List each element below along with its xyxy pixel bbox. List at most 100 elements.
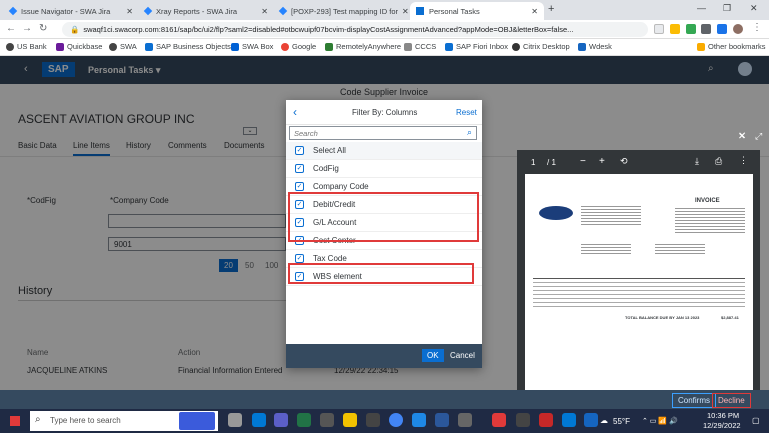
browser-tab-2[interactable]: Xray Reports - SWA Jira ✕ bbox=[139, 2, 274, 20]
file-explorer-icon[interactable] bbox=[343, 413, 357, 427]
app-icon[interactable] bbox=[562, 413, 576, 427]
search-icon[interactable]: ⌕ bbox=[467, 127, 472, 138]
other-bookmarks[interactable]: Other bookmarks bbox=[697, 42, 766, 51]
zoom-out-icon[interactable]: − bbox=[580, 156, 586, 167]
invoice-text-block bbox=[581, 242, 631, 256]
cancel-button[interactable]: Cancel bbox=[450, 351, 475, 360]
app-icon[interactable] bbox=[366, 413, 380, 427]
checkbox[interactable]: ✓ bbox=[295, 182, 304, 191]
cortana-icon[interactable] bbox=[179, 412, 215, 430]
star-icon[interactable] bbox=[670, 24, 680, 34]
bookmark-cccs[interactable]: CCCS bbox=[404, 42, 436, 51]
citrix-icon bbox=[512, 42, 520, 51]
clock-date[interactable]: 12/29/2022 bbox=[703, 421, 741, 430]
close-tab-icon[interactable]: ✕ bbox=[398, 7, 409, 16]
invoice-line-items bbox=[533, 278, 745, 308]
browser-tab-strip: Issue Navigator - SWA Jira ✕ Xray Report… bbox=[0, 0, 769, 20]
bookmark-us-bank[interactable]: US Bank bbox=[6, 42, 47, 51]
maximize-icon[interactable]: ❐ bbox=[723, 3, 731, 14]
list-item-codfig[interactable]: ✓ CodFig bbox=[286, 160, 482, 178]
confirm-button[interactable]: Confirms bbox=[672, 393, 717, 408]
app-icon[interactable] bbox=[320, 413, 334, 427]
acrobat-icon[interactable] bbox=[539, 413, 553, 427]
minimize-icon[interactable]: — bbox=[697, 3, 706, 13]
bookmark-google[interactable]: Google bbox=[281, 42, 316, 51]
app-icon[interactable] bbox=[584, 413, 598, 427]
rotate-icon[interactable]: ⟲ bbox=[620, 156, 628, 167]
print-icon[interactable]: ⎙ bbox=[715, 156, 722, 167]
teams-icon[interactable] bbox=[274, 413, 288, 427]
checkbox[interactable]: ✓ bbox=[295, 146, 304, 155]
zoom-in-icon[interactable]: + bbox=[599, 156, 605, 167]
sap-icon bbox=[416, 7, 424, 15]
sap-footer: Confirms Decline bbox=[0, 390, 769, 409]
invoice-text-block bbox=[655, 242, 705, 256]
bookmarks-bar: US Bank Quickbase SWA SAP Business Objec… bbox=[0, 39, 769, 56]
dialog-header: ‹ Filter By: Columns Reset bbox=[286, 100, 482, 125]
browser-tab-4[interactable]: Personal Tasks ✕ bbox=[410, 2, 544, 20]
share-icon[interactable] bbox=[654, 24, 664, 34]
bookmark-swa[interactable]: SWA bbox=[109, 42, 137, 51]
bookmark-sap-bo[interactable]: SAP Business Objects bbox=[145, 42, 231, 51]
puzzle-icon[interactable] bbox=[701, 24, 711, 34]
decline-button[interactable]: Decline bbox=[712, 393, 751, 408]
bookmark-remotely[interactable]: RemotelyAnywhere bbox=[325, 42, 401, 51]
search-field[interactable]: ⌕ bbox=[289, 126, 477, 140]
weather-icon[interactable]: ☁ bbox=[600, 416, 608, 425]
app-icon[interactable] bbox=[412, 413, 426, 427]
close-window-icon[interactable]: ✕ bbox=[750, 3, 758, 14]
outlook-icon[interactable] bbox=[252, 413, 266, 427]
avatar[interactable] bbox=[733, 24, 743, 34]
task-view-icon[interactable] bbox=[228, 413, 242, 427]
tray-icons[interactable]: ⌃ ▭ 📶 🔊 bbox=[642, 417, 678, 425]
app-icon[interactable] bbox=[492, 413, 506, 427]
close-tab-icon[interactable]: ✕ bbox=[527, 7, 538, 16]
forward-icon[interactable]: → bbox=[22, 23, 32, 34]
dialog-back-icon[interactable]: ‹ bbox=[293, 105, 297, 119]
new-tab-icon[interactable]: + bbox=[548, 3, 554, 15]
extension-icon[interactable] bbox=[686, 24, 696, 34]
list-item-select-all[interactable]: ✓ Select All bbox=[286, 142, 482, 160]
globe-icon bbox=[6, 42, 14, 51]
annotation-box-1 bbox=[288, 192, 479, 242]
reset-button[interactable]: Reset bbox=[456, 108, 477, 117]
bookmark-swa-box[interactable]: SWA Box bbox=[231, 42, 273, 51]
menu-icon[interactable]: ⋮ bbox=[752, 22, 762, 33]
word-icon[interactable] bbox=[435, 413, 449, 427]
sidebar-icon[interactable] bbox=[717, 24, 727, 34]
checkbox[interactable]: ✓ bbox=[295, 254, 304, 263]
weather-temp[interactable]: 55°F bbox=[613, 417, 630, 426]
app-icon[interactable] bbox=[458, 413, 472, 427]
folder-icon bbox=[697, 42, 705, 51]
bookmark-citrix[interactable]: Citrix Desktop bbox=[512, 42, 570, 51]
close-tab-icon[interactable]: ✕ bbox=[122, 7, 133, 16]
invoice-text-block bbox=[675, 206, 745, 234]
search-input[interactable] bbox=[290, 127, 450, 139]
checkbox[interactable]: ✓ bbox=[295, 164, 304, 173]
excel-icon[interactable] bbox=[297, 413, 311, 427]
search-icon: ⌕ bbox=[35, 414, 41, 425]
download-icon[interactable]: ⤓ bbox=[695, 156, 699, 167]
dialog-footer: OK Cancel bbox=[286, 344, 482, 368]
ok-button[interactable]: OK bbox=[422, 349, 444, 362]
clock-time[interactable]: 10:36 PM bbox=[707, 411, 739, 420]
chrome-icon[interactable] bbox=[389, 413, 403, 427]
bookmark-quickbase[interactable]: Quickbase bbox=[56, 42, 102, 51]
pdf-page-number[interactable]: 1 bbox=[531, 158, 535, 167]
expand-icon[interactable]: ⤢ bbox=[755, 131, 762, 142]
invoice-total-label: TOTAL BALANCE DUE BY JAN 13 2023 bbox=[625, 315, 700, 320]
app-icon[interactable] bbox=[516, 413, 530, 427]
url-field[interactable]: 🔒 swaqf1ci.swacorp.com:8161/sap/bc/ui2/fl… bbox=[62, 22, 648, 37]
reload-icon[interactable]: ↻ bbox=[39, 23, 47, 34]
browser-tab-3[interactable]: [POXP-293] Test mapping ID for ✕ bbox=[274, 2, 409, 20]
bookmark-fiori[interactable]: SAP Fiori Inbox bbox=[445, 42, 508, 51]
close-tab-icon[interactable]: ✕ bbox=[257, 7, 268, 16]
browser-tab-1[interactable]: Issue Navigator - SWA Jira ✕ bbox=[4, 2, 139, 20]
close-panel-icon[interactable]: ✕ bbox=[738, 131, 746, 142]
windows-start-icon[interactable] bbox=[10, 416, 20, 426]
notifications-icon[interactable]: ▢ bbox=[752, 416, 760, 425]
invoice-total-value: $2,887.41 bbox=[721, 315, 739, 320]
more-icon[interactable]: ⋮ bbox=[739, 155, 748, 166]
back-icon[interactable]: ← bbox=[6, 23, 16, 34]
bookmark-wdesk[interactable]: Wdesk bbox=[578, 42, 612, 51]
